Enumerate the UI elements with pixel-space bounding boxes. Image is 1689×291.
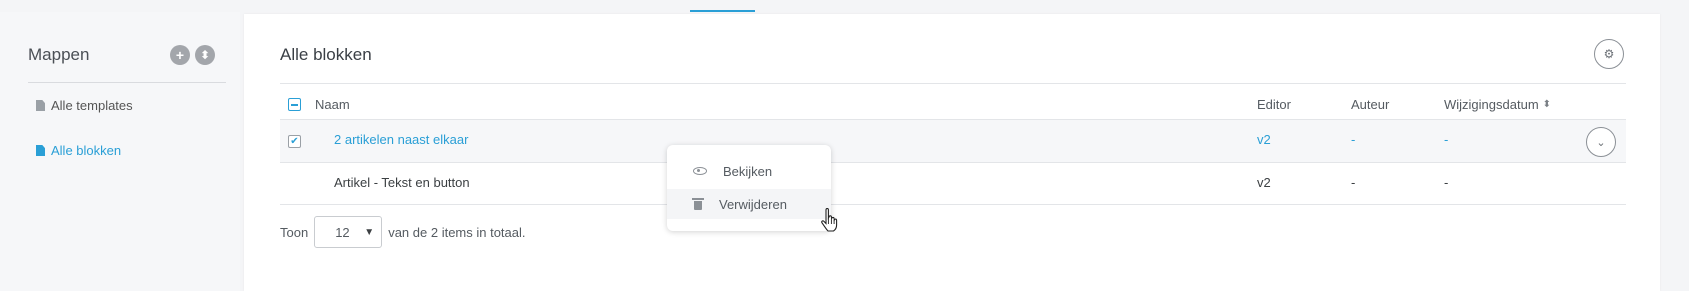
sidebar-item-label: Alle templates	[51, 98, 133, 113]
menu-item-label: Bekijken	[723, 163, 773, 179]
eye-icon	[693, 167, 707, 175]
row-name[interactable]: Artikel - Tekst en button	[334, 175, 470, 190]
trash-icon	[692, 198, 704, 210]
chevron-down-icon: ▼	[364, 226, 375, 238]
pagination-footer: Toon 12 ▼ van de 2 items in totaal.	[280, 216, 526, 248]
menu-item-label: Verwijderen	[719, 196, 787, 212]
table-bottom-divider	[280, 204, 1626, 205]
select-all-checkbox[interactable]	[288, 98, 301, 111]
menu-item-view[interactable]: Bekijken	[667, 156, 831, 186]
row-author: -	[1351, 175, 1356, 190]
page-size-select[interactable]: 12 ▼	[314, 216, 383, 248]
row-name-link[interactable]: 2 artikelen naast elkaar	[334, 132, 468, 147]
column-header-modified[interactable]: Wijzigingsdatum ⬍	[1444, 97, 1551, 112]
row-author: -	[1351, 132, 1356, 147]
sidebar-item-all-blocks[interactable]: Alle blokken	[36, 143, 121, 158]
row-editor: v2	[1257, 175, 1271, 190]
row-divider	[280, 162, 1626, 163]
sidebar-divider	[28, 82, 226, 83]
row-modified: -	[1444, 132, 1449, 147]
document-icon	[36, 100, 45, 111]
document-icon	[36, 145, 45, 156]
chevron-down-icon: ⌄	[1596, 136, 1606, 149]
folders-sidebar: Mappen + ⬍ Alle templates Alle blokken	[0, 12, 240, 291]
row-context-menu: Bekijken Verwijderen	[667, 145, 831, 231]
gears-icon: ⚙	[1603, 47, 1615, 61]
sidebar-item-label: Alle blokken	[51, 143, 122, 158]
row-actions-button[interactable]: ⌄	[1586, 127, 1616, 157]
row-modified: -	[1444, 175, 1449, 190]
menu-item-delete[interactable]: Verwijderen	[667, 189, 831, 219]
column-header-editor[interactable]: Editor	[1257, 97, 1291, 112]
column-header-modified-label: Wijzigingsdatum	[1444, 97, 1539, 112]
page-title: Alle blokken	[280, 45, 372, 64]
show-label: Toon	[280, 224, 309, 240]
hand-cursor-icon	[821, 208, 838, 232]
sidebar-item-all-templates[interactable]: Alle templates	[36, 98, 133, 113]
add-folder-button[interactable]: +	[170, 45, 190, 65]
sort-icon: ⬍	[1542, 99, 1552, 110]
header-divider	[280, 83, 1626, 84]
column-header-author[interactable]: Auteur	[1351, 97, 1389, 112]
active-tab-indicator	[690, 10, 755, 12]
settings-button[interactable]: ⚙	[1594, 39, 1624, 69]
row-editor: v2	[1257, 132, 1271, 147]
row-checkbox[interactable]: ✔	[288, 135, 301, 148]
table-row[interactable]	[280, 120, 1626, 162]
column-header-name[interactable]: Naam	[315, 97, 350, 112]
sidebar-title: Mappen	[28, 45, 90, 64]
page-size-value: 12	[335, 224, 350, 240]
blocks-panel: Alle blokken ⚙ Naam Editor Auteur Wijzig…	[244, 14, 1660, 291]
total-items-text: van de 2 items in totaal.	[388, 224, 526, 240]
sort-folders-button[interactable]: ⬍	[195, 45, 215, 65]
